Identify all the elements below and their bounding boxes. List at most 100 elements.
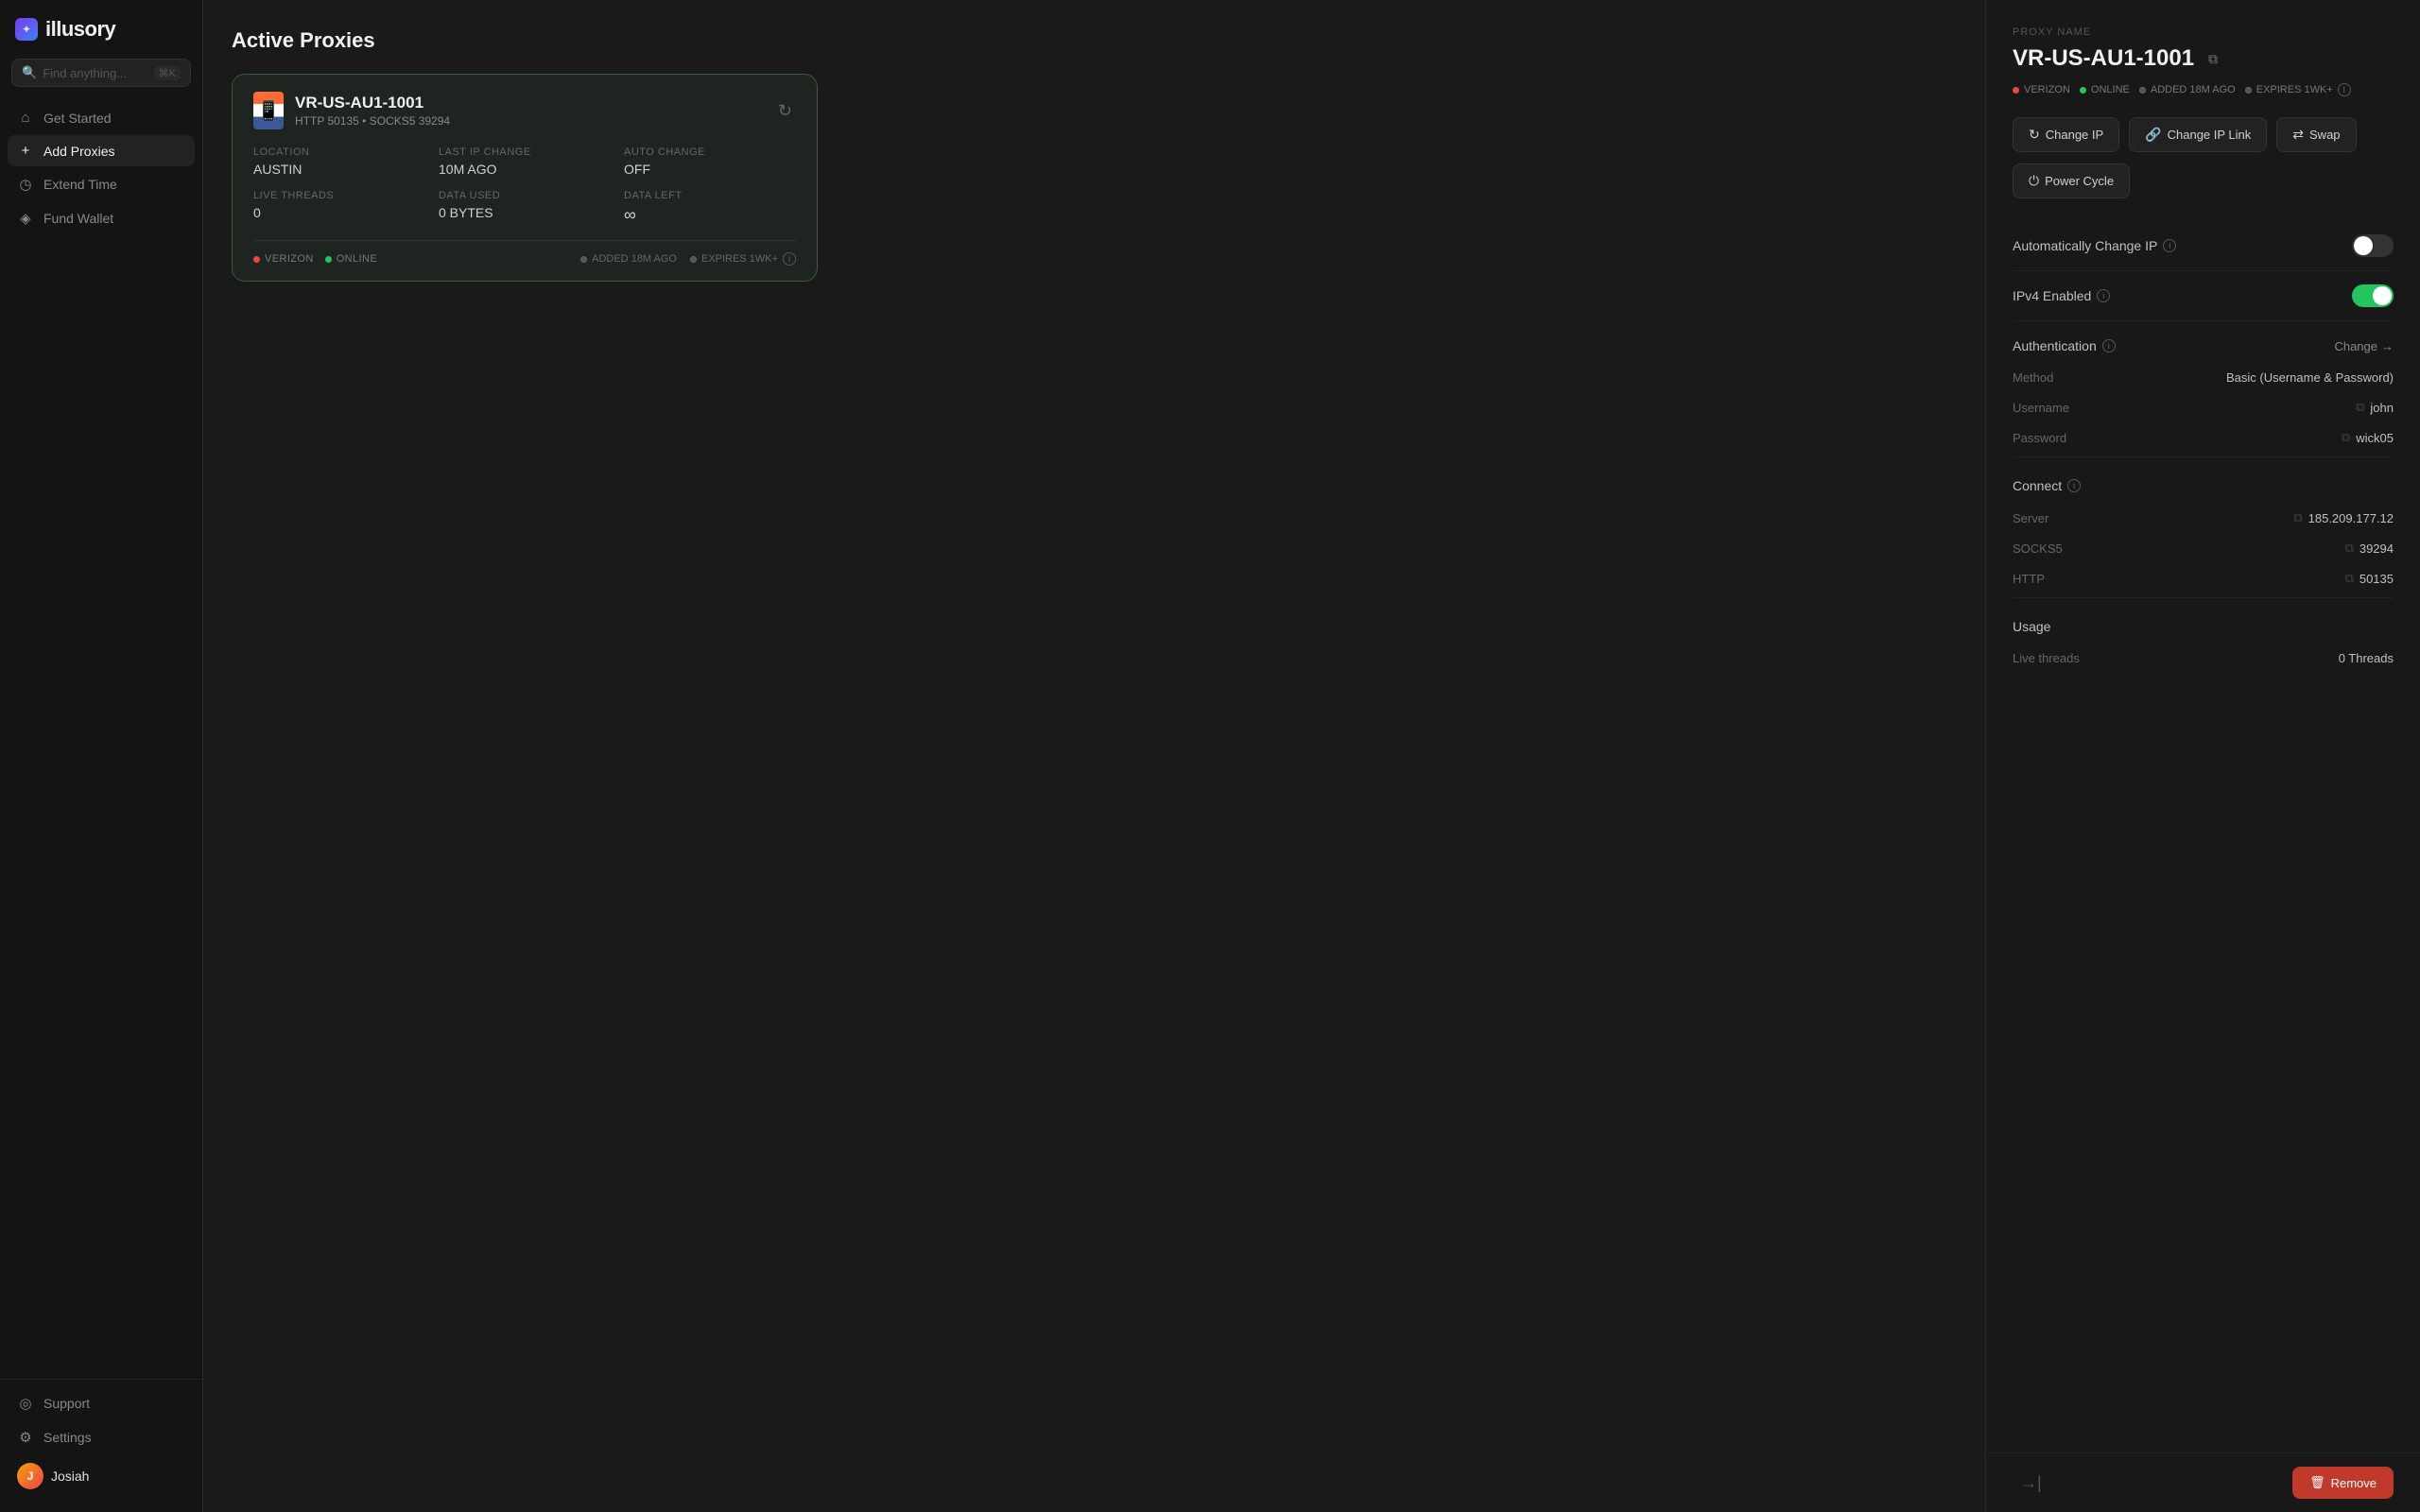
authentication-change-link[interactable]: Change →	[2334, 339, 2394, 353]
server-value: ⧉ 185.209.177.12	[2293, 510, 2394, 525]
auto-change-ip-label: Automatically Change IP i	[2013, 238, 2176, 253]
copy-username-button[interactable]: ⧉	[2356, 400, 2364, 415]
logo-text: illusory	[45, 17, 115, 42]
copy-server-button[interactable]: ⧉	[2293, 510, 2302, 525]
power-cycle-button[interactable]: ⏻ Power Cycle	[2013, 163, 2130, 198]
panel-expires-dot	[2245, 87, 2252, 94]
swap-button[interactable]: ⇄ Swap	[2276, 117, 2356, 152]
ipv4-info-icon[interactable]: i	[2097, 289, 2110, 302]
panel-carrier-tag: VERIZON	[2013, 84, 2070, 95]
user-profile[interactable]: J Josiah	[8, 1455, 195, 1497]
connect-info-icon[interactable]: i	[2067, 479, 2081, 492]
logo: ✦ illusory	[0, 0, 202, 55]
panel-status-tag: ONLINE	[2080, 84, 2130, 95]
panel-expires-info-icon[interactable]: i	[2338, 83, 2351, 96]
right-panel: PROXY NAME VR-US-AU1-1001 ⧉ VERIZON ONLI…	[1985, 0, 2420, 1512]
proxy-title-row: 📱 VR-US-AU1-1001 HTTP 50135 • SOCKS5 392…	[253, 92, 450, 129]
search-bar[interactable]: 🔍 ⌘K	[11, 59, 191, 87]
meta-row: ADDED 18M AGO EXPIRES 1WK+ i	[580, 252, 796, 266]
clock-icon: ◷	[17, 176, 34, 193]
status-dot	[325, 256, 332, 263]
carrier-dot	[253, 256, 260, 263]
added-tag: ADDED 18M AGO	[580, 253, 677, 265]
added-dot	[580, 256, 587, 263]
sidebar-item-support[interactable]: ◎ Support	[8, 1387, 195, 1419]
search-shortcut: ⌘K	[154, 66, 181, 80]
sidebar-item-settings[interactable]: ⚙ Settings	[8, 1421, 195, 1453]
method-row: Method Basic (Username & Password)	[2013, 363, 2394, 392]
avatar: J	[17, 1463, 43, 1489]
socks5-row: SOCKS5 ⧉ 39294	[2013, 533, 2394, 563]
proxy-card-footer: VERIZON ONLINE ADDED 18M AGO EXPIRES 1WK…	[253, 240, 796, 266]
http-row: HTTP ⧉ 50135	[2013, 563, 2394, 593]
expires-tag: EXPIRES 1WK+ i	[690, 252, 796, 266]
authentication-label: Authentication i	[2013, 338, 2116, 353]
refresh-button[interactable]: ↻	[774, 97, 796, 125]
server-row: Server ⧉ 185.209.177.12	[2013, 503, 2394, 533]
status-tag: ONLINE	[325, 253, 377, 265]
password-value: ⧉ wick05	[2342, 430, 2394, 445]
auto-change-info-icon[interactable]: i	[2163, 239, 2176, 252]
proxy-card-subtitle: HTTP 50135 • SOCKS5 39294	[295, 114, 450, 128]
plus-icon: +	[17, 143, 34, 159]
copy-password-button[interactable]: ⧉	[2342, 430, 2350, 445]
swap-icon: ⇄	[2292, 127, 2304, 143]
page-title: Active Proxies	[232, 28, 1957, 53]
live-threads-value: 0 Threads	[2339, 651, 2394, 665]
support-icon: ◎	[17, 1395, 34, 1412]
stat-data-left: DATA LEFT ∞	[624, 190, 796, 225]
expires-dot	[690, 256, 697, 263]
stat-threads: LIVE THREADS 0	[253, 190, 425, 225]
panel-proxy-name: VR-US-AU1-1001 ⧉	[2013, 45, 2394, 72]
toggle-thumb	[2354, 236, 2373, 255]
panel-tags: VERIZON ONLINE ADDED 18M AGO EXPIRES 1WK…	[2013, 83, 2394, 96]
authentication-section-header: Authentication i Change →	[2013, 321, 2394, 363]
action-buttons-row1: ↻ Change IP 🔗 Change IP Link ⇄ Swap	[2013, 117, 2394, 152]
username: Josiah	[51, 1469, 89, 1484]
main-nav: ⌂ Get Started + Add Proxies ◷ Extend Tim…	[0, 98, 202, 1379]
ipv4-toggle[interactable]	[2352, 284, 2394, 307]
power-icon: ⏻	[2029, 173, 2039, 189]
method-value: Basic (Username & Password)	[2226, 370, 2394, 385]
remove-button[interactable]: 🗑 Remove	[2292, 1467, 2394, 1499]
auth-info-icon[interactable]: i	[2102, 339, 2116, 352]
proxy-card-header: 📱 VR-US-AU1-1001 HTTP 50135 • SOCKS5 392…	[253, 92, 796, 129]
stat-auto-change: AUTO CHANGE OFF	[624, 146, 796, 177]
password-row: Password ⧉ wick05	[2013, 422, 2394, 453]
sidebar-item-add-proxies[interactable]: + Add Proxies	[8, 135, 195, 166]
usage-label: Usage	[2013, 619, 2050, 634]
copy-proxy-name-button[interactable]: ⧉	[2204, 49, 2222, 68]
sidebar-item-get-started[interactable]: ⌂ Get Started	[8, 102, 195, 133]
divider2	[2013, 597, 2394, 598]
sidebar-item-fund-wallet[interactable]: ◈ Fund Wallet	[8, 202, 195, 234]
sidebar-item-label: Extend Time	[43, 177, 117, 192]
connect-label: Connect i	[2013, 478, 2081, 493]
server-label: Server	[2013, 511, 2048, 525]
stat-last-ip: LAST IP CHANGE 10M AGO	[439, 146, 611, 177]
proxy-card-name: VR-US-AU1-1001	[295, 94, 450, 112]
expires-info-icon[interactable]: i	[783, 252, 796, 266]
divider	[2013, 456, 2394, 457]
panel-status-dot	[2080, 87, 2086, 94]
change-ip-button[interactable]: ↻ Change IP	[2013, 117, 2119, 152]
collapse-panel-button[interactable]: →|	[2013, 1469, 2049, 1497]
search-input[interactable]	[43, 66, 147, 80]
auto-change-ip-toggle[interactable]	[2352, 234, 2394, 257]
gear-icon: ⚙	[17, 1429, 34, 1446]
main-area: Active Proxies 📱 VR-US-AU1-1001 HTTP 501…	[203, 0, 1985, 1512]
proxy-flag-icon: 📱	[253, 92, 284, 129]
main-content: Active Proxies 📱 VR-US-AU1-1001 HTTP 501…	[203, 0, 1985, 1512]
usage-section-header: Usage	[2013, 602, 2394, 644]
copy-socks5-button[interactable]: ⧉	[2345, 541, 2354, 556]
sidebar-item-extend-time[interactable]: ◷ Extend Time	[8, 168, 195, 200]
username-row: Username ⧉ john	[2013, 392, 2394, 422]
panel-added-dot	[2139, 87, 2146, 94]
http-label: HTTP	[2013, 572, 2045, 586]
tag-row: VERIZON ONLINE	[253, 253, 377, 265]
copy-http-button[interactable]: ⧉	[2345, 571, 2354, 586]
live-threads-label: Live threads	[2013, 651, 2080, 665]
socks5-label: SOCKS5	[2013, 541, 2063, 556]
change-ip-link-button[interactable]: 🔗 Change IP Link	[2129, 117, 2267, 152]
sidebar-bottom: ◎ Support ⚙ Settings J Josiah	[0, 1379, 202, 1512]
trash-icon: 🗑	[2309, 1475, 2325, 1490]
